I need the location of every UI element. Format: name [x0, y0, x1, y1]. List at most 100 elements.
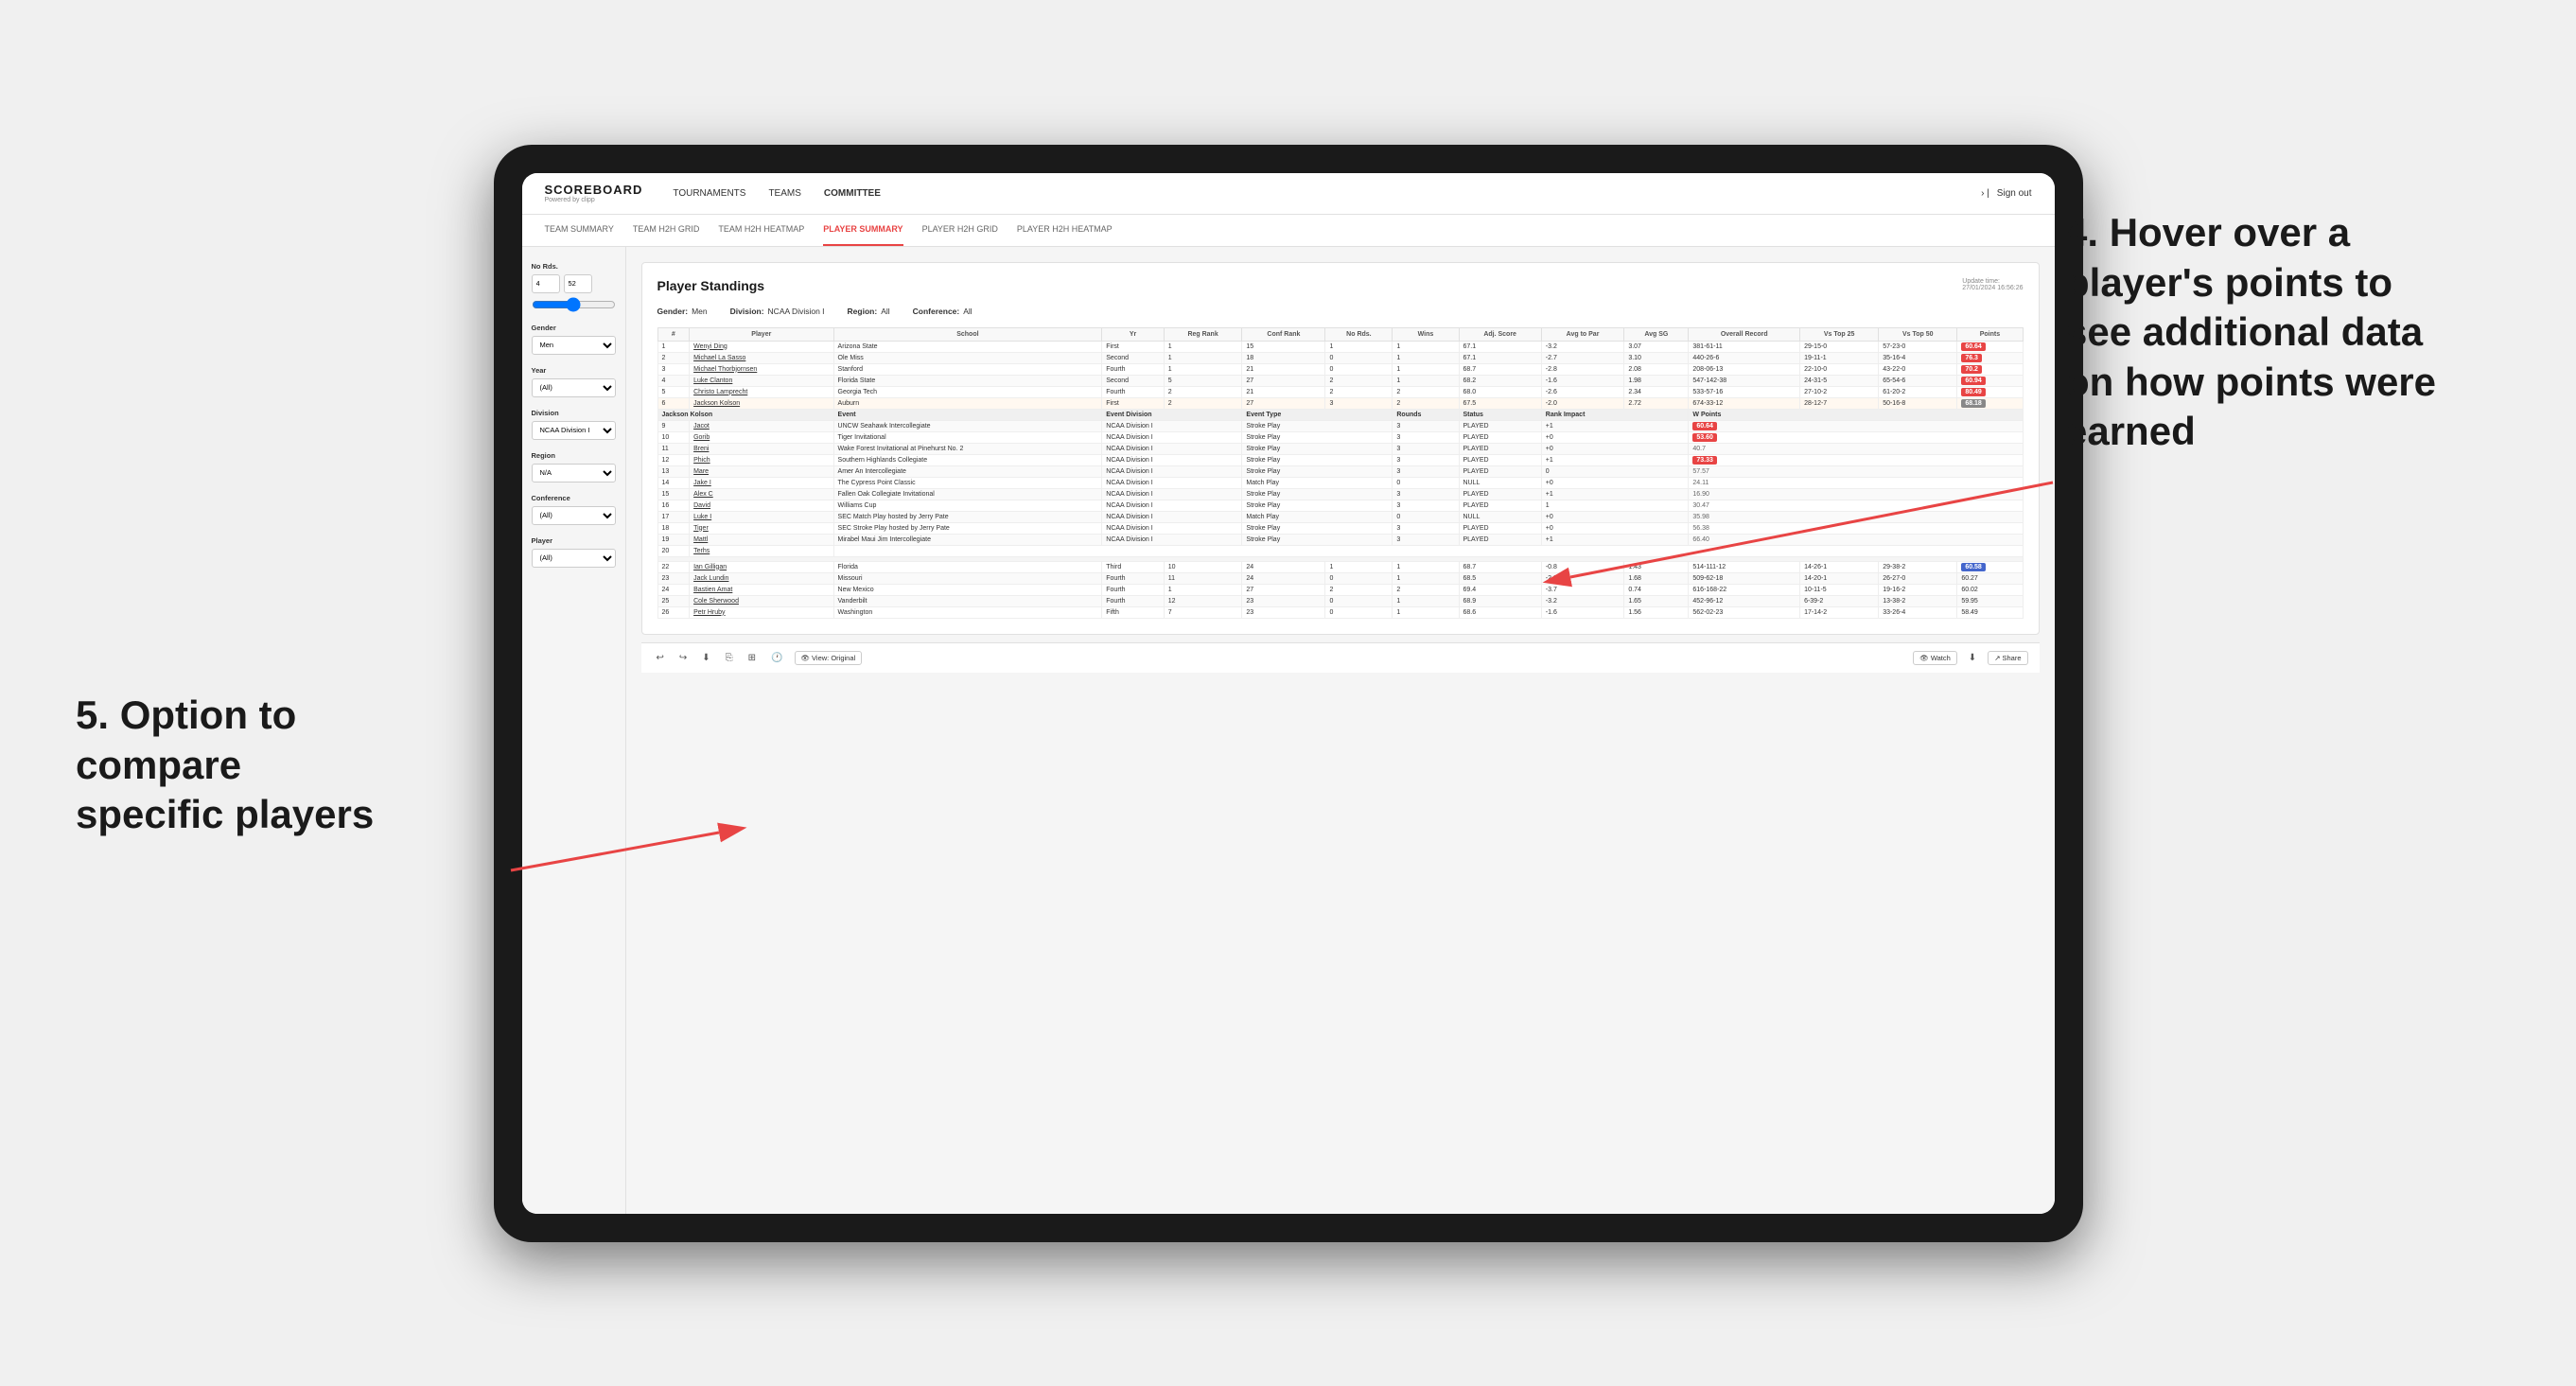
tooltip-event-division-label: Event Division [1102, 409, 1242, 420]
cell-school: Ole Miss [833, 352, 1102, 363]
sub-nav-team-h2h-heatmap[interactable]: TEAM H2H HEATMAP [718, 215, 804, 246]
cell-wpoints[interactable]: 30.47 [1689, 500, 2023, 511]
no-rds-min[interactable] [532, 274, 560, 293]
cell-points[interactable]: 76.3 [1957, 352, 2023, 363]
cell-player[interactable]: Luke I [690, 511, 833, 522]
cell-player[interactable]: Tiger [690, 522, 833, 534]
sign-out-link[interactable]: Sign out [1997, 188, 2032, 199]
sub-nav-player-h2h-grid[interactable]: PLAYER H2H GRID [922, 215, 998, 246]
sub-nav-player-summary[interactable]: PLAYER SUMMARY [823, 215, 902, 246]
sub-nav-player-h2h-heatmap[interactable]: PLAYER H2H HEATMAP [1017, 215, 1113, 246]
cell-player[interactable]: Petr Hruby [690, 606, 833, 618]
cell-overall: 674-33-12 [1689, 397, 1800, 409]
cell-player[interactable]: Wenyi Ding [690, 341, 833, 352]
cell-player[interactable]: Alex C [690, 488, 833, 500]
cell-adj: 68.6 [1459, 606, 1541, 618]
filter-division: Division: NCAA Division I [730, 307, 825, 316]
share-button[interactable]: ↗ Share [1988, 651, 2027, 665]
cell-wpoints[interactable]: 60.64 [1689, 420, 2023, 431]
cell-points[interactable]: 60.64 [1957, 341, 2023, 352]
clock-button[interactable]: 🕐 [767, 651, 786, 665]
cell-num: 18 [657, 522, 690, 534]
conference-select[interactable]: (All) [532, 506, 616, 525]
download-btn2[interactable]: ⬇ [1965, 651, 1980, 665]
cell-player[interactable]: Jackson Kolson [690, 397, 833, 409]
cell-player[interactable]: Mare [690, 465, 833, 477]
cell-points[interactable]: 68.18 [1957, 397, 2023, 409]
cell-player[interactable]: Ian Gilligan [690, 561, 833, 572]
cell-player[interactable]: Mattl [690, 534, 833, 545]
col-vs-top50: Vs Top 50 [1879, 327, 1957, 341]
view-original-button[interactable]: 👁 View: Original [795, 651, 863, 665]
no-rds-range[interactable] [532, 297, 616, 312]
cell-wpoints[interactable]: 16.90 [1689, 488, 2023, 500]
cell-player[interactable]: Michael La Sasso [690, 352, 833, 363]
cell-status: PLAYED [1459, 522, 1541, 534]
copy-button[interactable]: ⎘ [722, 651, 737, 665]
cell-player[interactable]: Jacot [690, 420, 833, 431]
nav-link-committee[interactable]: COMMITTEE [824, 188, 881, 199]
cell-points[interactable]: 60.58 [1957, 561, 2023, 572]
cell-points[interactable]: 59.95 [1957, 595, 2023, 606]
cell-sg: 1.56 [1624, 606, 1689, 618]
cell-wpoints[interactable]: 53.60 [1689, 431, 2023, 443]
cell-div: NCAA Division I [1102, 500, 1242, 511]
cell-points[interactable]: 60.27 [1957, 572, 2023, 584]
cell-wpoints[interactable]: 24.11 [1689, 477, 2023, 488]
cell-yr: Third [1102, 561, 1165, 572]
update-date: 27/01/2024 16:56:26 [1962, 285, 2023, 291]
nav-link-tournaments[interactable]: TOURNAMENTS [673, 188, 745, 199]
undo-button[interactable]: ↩ [653, 651, 668, 665]
cell-player[interactable]: Bastien Amat [690, 584, 833, 595]
redo-button[interactable]: ↪ [675, 651, 691, 665]
cell-points[interactable]: 60.02 [1957, 584, 2023, 595]
cell-player[interactable]: Christo Lamprecht [690, 386, 833, 397]
cell-wpoints[interactable]: 56.38 [1689, 522, 2023, 534]
cell-adj: 67.1 [1459, 352, 1541, 363]
region-select[interactable]: N/A [532, 464, 616, 482]
year-select[interactable]: (All) [532, 378, 616, 397]
watch-button[interactable]: 👁 Watch [1913, 651, 1957, 665]
cell-wpoints[interactable]: 73.33 [1689, 454, 2023, 465]
cell-wins: 1 [1393, 375, 1459, 386]
cell-wins: 2 [1393, 386, 1459, 397]
cell-wpoints[interactable]: 35.98 [1689, 511, 2023, 522]
cell-points[interactable]: 60.94 [1957, 375, 2023, 386]
cell-player[interactable]: Breni [690, 443, 833, 454]
cell-player[interactable]: Cole Sherwood [690, 595, 833, 606]
download-button[interactable]: ⬇ [698, 651, 713, 665]
cell-player[interactable]: Jake I [690, 477, 833, 488]
cell-player[interactable]: Luke Clanton [690, 375, 833, 386]
cell-wpoints[interactable]: 57.57 [1689, 465, 2023, 477]
player-select[interactable]: (All) [532, 549, 616, 568]
cell-wpoints[interactable]: 40.7 [1689, 443, 2023, 454]
gender-select[interactable]: Men Women [532, 336, 616, 355]
no-rds-max[interactable] [564, 274, 592, 293]
sub-nav-team-h2h-grid[interactable]: TEAM H2H GRID [633, 215, 700, 246]
cell-event: The Cypress Point Classic [833, 477, 1102, 488]
cell-player[interactable]: Phich [690, 454, 833, 465]
cell-event: Williams Cup [833, 500, 1102, 511]
cell-player[interactable]: David [690, 500, 833, 511]
cell-rounds: 0 [1393, 511, 1459, 522]
settings-button[interactable]: ⊞ [745, 651, 760, 665]
cell-topar: -3.2 [1541, 595, 1624, 606]
cell-player[interactable]: Michael Thorbjornsen [690, 363, 833, 375]
sub-nav-team-summary[interactable]: TEAM SUMMARY [545, 215, 614, 246]
division-select[interactable]: NCAA Division I [532, 421, 616, 440]
cell-player[interactable]: Terhs [690, 545, 833, 556]
cell-reg: 5 [1164, 375, 1242, 386]
cell-status: PLAYED [1459, 454, 1541, 465]
nav-right: › | Sign out [1981, 188, 2031, 199]
cell-rounds: 0 [1393, 477, 1459, 488]
cell-points[interactable]: 80.49 [1957, 386, 2023, 397]
cell-points[interactable]: 70.2 [1957, 363, 2023, 375]
cell-school: Florida [833, 561, 1102, 572]
cell-wpoints[interactable]: 66.40 [1689, 534, 2023, 545]
logo-text: SCOREBOARD [545, 183, 643, 197]
cell-points[interactable]: 58.49 [1957, 606, 2023, 618]
cell-player[interactable]: Gorib [690, 431, 833, 443]
cell-school: Missouri [833, 572, 1102, 584]
cell-player[interactable]: Jack Lundin [690, 572, 833, 584]
nav-link-teams[interactable]: TEAMS [768, 188, 800, 199]
